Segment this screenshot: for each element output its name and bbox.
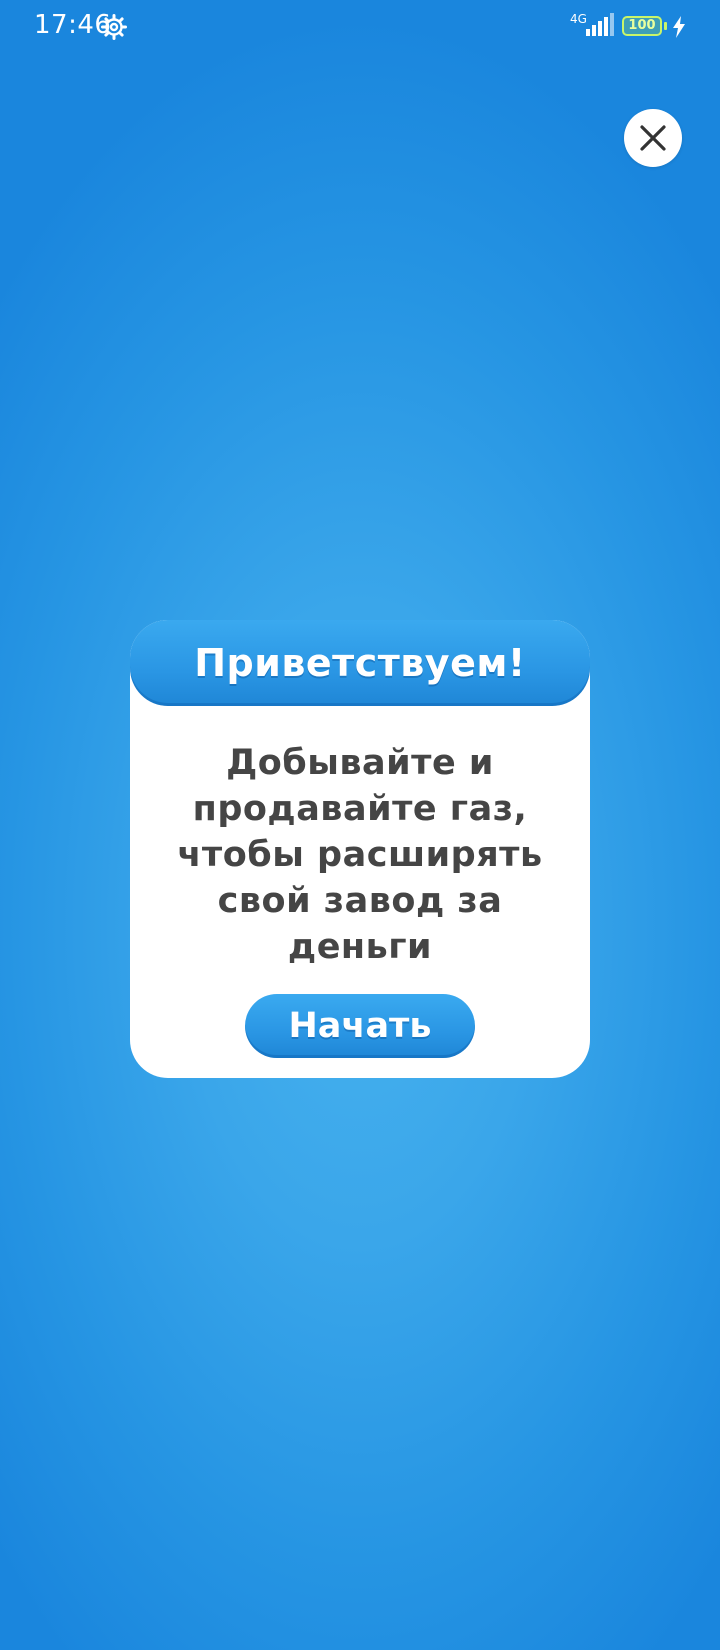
signal-icon <box>586 13 614 36</box>
battery-icon: 100 <box>622 16 662 36</box>
status-time: 17:46 <box>34 10 112 40</box>
network-type-label: 4G <box>570 12 587 26</box>
status-bar: 17:46 4G 100 <box>0 0 720 56</box>
start-button[interactable]: Начать <box>245 994 475 1058</box>
close-icon <box>640 125 666 151</box>
dialog-title: Приветствуем! <box>194 641 526 685</box>
gear-icon <box>101 14 127 40</box>
battery-tip <box>664 22 667 30</box>
network-indicator: 4G <box>570 13 614 39</box>
battery-level: 100 <box>628 18 656 33</box>
dialog-header: Приветствуем! <box>130 620 590 706</box>
dialog-message: Добывайте и продавайте газ, чтобы расшир… <box>177 743 543 967</box>
bolt-icon <box>673 16 685 38</box>
close-button[interactable] <box>624 109 682 167</box>
welcome-dialog: Приветствуем! Добывайте и продавайте газ… <box>130 620 590 1078</box>
